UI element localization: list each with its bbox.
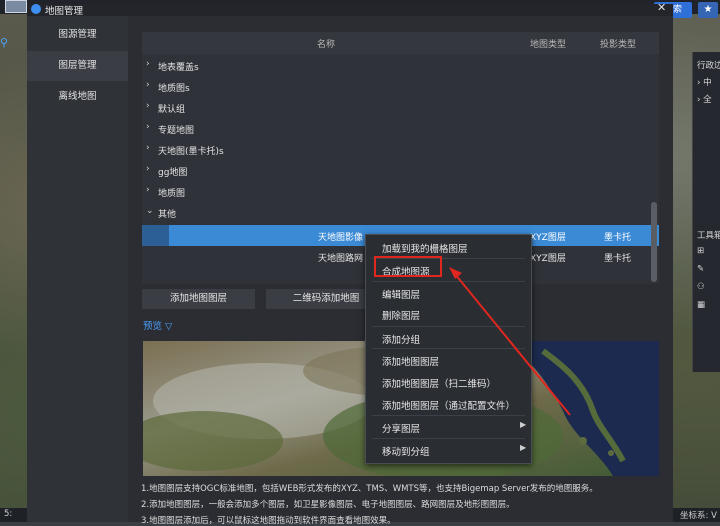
annotation-arrow [449, 267, 571, 416]
